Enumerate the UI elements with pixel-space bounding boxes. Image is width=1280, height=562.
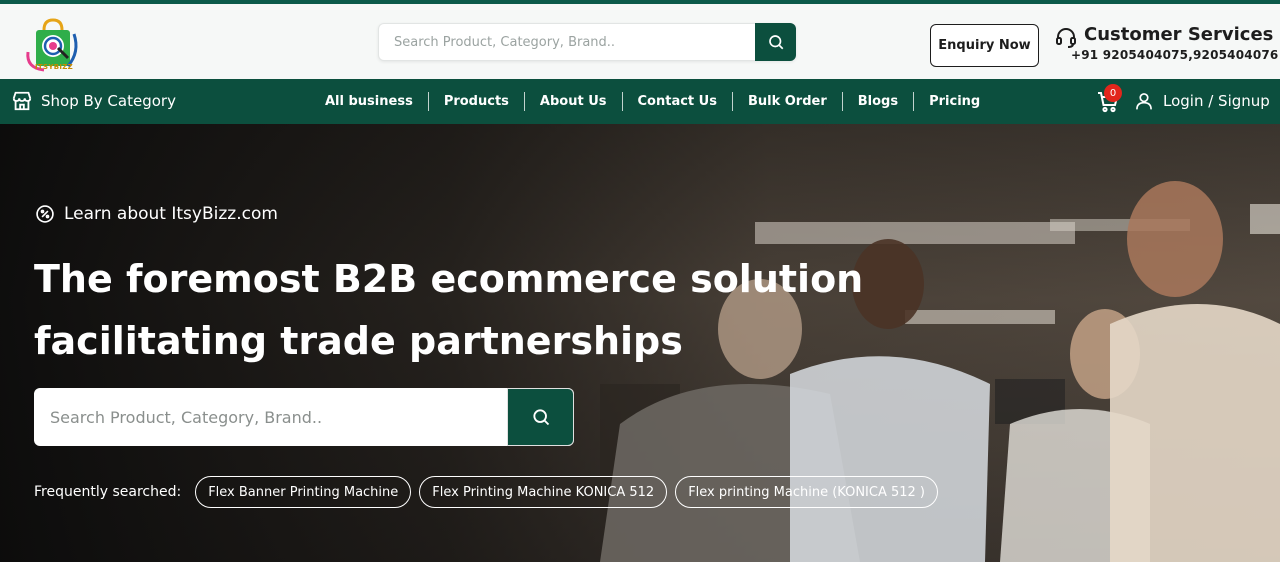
hero-search	[34, 388, 574, 446]
hero-headline: The foremost B2B ecommerce solution faci…	[34, 248, 894, 372]
user-icon	[1136, 93, 1152, 110]
top-header: ITSYBIZZ Enquiry Now Customer Services +…	[0, 0, 1280, 79]
learn-about-label: Learn about ItsyBizz.com	[64, 204, 278, 224]
shop-by-category-button[interactable]: Shop By Category	[11, 89, 176, 113]
hero-search-input[interactable]	[34, 388, 506, 446]
nav-link-contact-us[interactable]: Contact Us	[623, 92, 733, 111]
enquiry-now-button[interactable]: Enquiry Now	[930, 24, 1039, 67]
customer-services-title: Customer Services	[1084, 24, 1274, 45]
search-chip[interactable]: Flex Printing Machine KONICA 512	[419, 476, 668, 508]
search-icon	[532, 409, 549, 426]
nav-links: All business Products About Us Contact U…	[310, 79, 995, 124]
hero-search-button[interactable]	[507, 388, 574, 446]
hero-headline-line-2: facilitating trade partnerships	[34, 319, 683, 363]
login-signup-label: Login / Signup	[1163, 92, 1270, 110]
search-chip[interactable]: Flex printing Machine (KONICA 512 )	[675, 476, 938, 508]
learn-about-link[interactable]: Learn about ItsyBizz.com	[35, 203, 278, 225]
nav-link-all-business[interactable]: All business	[310, 92, 429, 111]
nav-link-about-us[interactable]: About Us	[525, 92, 623, 111]
search-chip[interactable]: Flex Banner Printing Machine	[195, 476, 412, 508]
search-icon	[768, 35, 783, 50]
logo-text: ITSYBIZZ	[35, 63, 73, 71]
nav-link-products[interactable]: Products	[429, 92, 525, 111]
cart-count-badge: 0	[1104, 84, 1122, 102]
headset-icon	[1056, 28, 1076, 48]
header-search-input[interactable]	[379, 24, 755, 60]
hero-headline-line-1: The foremost B2B ecommerce solution	[34, 257, 864, 301]
customer-services-phone[interactable]: +91 9205404075,9205404076	[1071, 48, 1278, 62]
nav-link-blogs[interactable]: Blogs	[843, 92, 915, 111]
shop-by-category-label: Shop By Category	[41, 92, 176, 110]
frequently-searched-label: Frequently searched:	[34, 484, 182, 500]
hero-banner: Learn about ItsyBizz.com The foremost B2…	[0, 124, 1280, 562]
header-search-button[interactable]	[755, 23, 796, 61]
badge-percent-icon	[36, 205, 54, 223]
main-navbar: Shop By Category All business Products A…	[0, 79, 1280, 124]
frequently-searched: Frequently searched: Flex Banner Printin…	[34, 476, 946, 508]
login-signup-button[interactable]: Login / Signup	[1134, 89, 1270, 113]
store-icon	[12, 91, 32, 111]
header-search	[378, 23, 796, 61]
nav-link-pricing[interactable]: Pricing	[914, 92, 995, 111]
nav-link-bulk-order[interactable]: Bulk Order	[733, 92, 843, 111]
